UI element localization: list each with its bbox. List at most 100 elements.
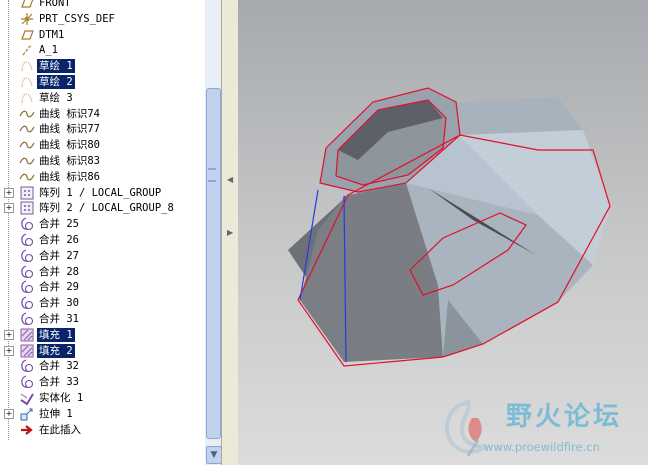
expand-icon[interactable]: + bbox=[4, 187, 14, 198]
watermark-url: www.proewildfire.cn bbox=[484, 440, 600, 454]
tree-item[interactable]: 草绘 1 bbox=[0, 58, 205, 74]
curve-icon bbox=[19, 121, 35, 137]
expand-icon[interactable]: + bbox=[4, 329, 14, 340]
watermark-title: 野火论坛 bbox=[506, 402, 623, 432]
tree-item[interactable]: 合并 32 bbox=[0, 358, 205, 374]
merge-icon bbox=[19, 358, 35, 374]
sketch-icon bbox=[19, 58, 35, 74]
tree-item-label: 阵列 1 / LOCAL_GROUP bbox=[39, 186, 162, 199]
fill-icon bbox=[19, 343, 35, 359]
datum-axis-icon bbox=[19, 42, 35, 58]
tree-item[interactable]: + 拉伸 1 bbox=[0, 406, 205, 422]
tree-item[interactable]: 实体化 1 bbox=[0, 390, 205, 406]
expand-icon[interactable]: + bbox=[4, 203, 14, 214]
tree-item[interactable]: 合并 26 bbox=[0, 232, 205, 248]
tree-item-label: 曲线 标识80 bbox=[39, 139, 100, 152]
datum-plane-icon bbox=[19, 27, 35, 43]
tree-item[interactable]: 曲线 标识77 bbox=[0, 121, 205, 137]
tree-item[interactable]: 曲线 标识80 bbox=[0, 137, 205, 153]
merge-icon bbox=[19, 248, 35, 264]
tree-item[interactable]: 合并 29 bbox=[0, 279, 205, 295]
tree-item[interactable]: + 填充 1 bbox=[0, 327, 205, 343]
forum-watermark: 野火论坛 www.proewildfire.cn bbox=[438, 396, 646, 460]
merge-icon bbox=[19, 374, 35, 390]
sketch-icon bbox=[19, 90, 35, 106]
tree-item-label: 合并 29 bbox=[39, 281, 79, 294]
coordinate-system-icon bbox=[19, 11, 35, 27]
merge-icon bbox=[19, 264, 35, 280]
tree-item-label: 曲线 标识86 bbox=[39, 170, 100, 183]
tree-item[interactable]: 合并 27 bbox=[0, 248, 205, 264]
tree-item-label: 草绘 3 bbox=[39, 91, 73, 104]
model-face bbox=[456, 97, 583, 135]
tree-item-label: 曲线 标识83 bbox=[39, 155, 100, 167]
tree-item[interactable]: 合并 25 bbox=[0, 216, 205, 232]
tree-item[interactable]: A_1 bbox=[0, 42, 205, 58]
tree-item-label: 合并 30 bbox=[39, 297, 79, 310]
tree-item-label: 合并 26 bbox=[39, 234, 79, 246]
tree-item-label: 合并 31 bbox=[39, 313, 79, 325]
scrollbar-thumb[interactable] bbox=[206, 88, 221, 439]
pattern-icon bbox=[19, 185, 35, 201]
curve-icon bbox=[19, 153, 35, 169]
merge-icon bbox=[19, 279, 35, 295]
tree-item-label: 填充 1 bbox=[37, 327, 75, 342]
tree-item-label: 曲线 标识74 bbox=[39, 107, 100, 120]
tree-item[interactable]: PRT_CSYS_DEF bbox=[0, 11, 205, 27]
tree-item-label: 草绘 2 bbox=[37, 75, 75, 89]
tree-item[interactable]: + 阵列 1 / LOCAL_GROUP bbox=[0, 185, 205, 201]
tree-item[interactable]: 在此插入 bbox=[0, 422, 205, 438]
tree-item-label: 合并 28 bbox=[39, 265, 79, 278]
extrude-icon bbox=[19, 406, 35, 422]
tree-item-label: 在此插入 bbox=[39, 423, 81, 436]
tree-item[interactable]: 曲线 标识74 bbox=[0, 106, 205, 122]
tree-item[interactable]: 合并 33 bbox=[0, 374, 205, 390]
tree-item-label: 合并 33 bbox=[39, 376, 79, 389]
tree-item-label: 拉伸 1 bbox=[39, 407, 73, 420]
tree-item-label: 实体化 1 bbox=[39, 392, 84, 404]
tree-item[interactable]: DTM1 bbox=[0, 27, 205, 43]
merge-icon bbox=[19, 216, 35, 232]
fill-icon bbox=[19, 327, 35, 343]
pattern-icon bbox=[19, 200, 35, 216]
tree-item-label: 合并 32 bbox=[39, 360, 79, 373]
scrollbar-grip-icon bbox=[208, 168, 216, 182]
tree-scrollbar[interactable]: ▼ bbox=[205, 0, 222, 465]
expand-right-icon[interactable]: ▶ bbox=[227, 228, 233, 237]
tree-item-label: 合并 27 bbox=[39, 249, 79, 262]
collapse-left-icon[interactable]: ◀ bbox=[227, 175, 233, 184]
tree-item[interactable]: FRONT bbox=[0, 0, 205, 11]
panel-splitter[interactable]: ◀ ▶ bbox=[221, 0, 238, 465]
tree-item-label: PRT_CSYS_DEF bbox=[39, 12, 115, 25]
solidify-icon bbox=[19, 390, 35, 406]
tree-item-label: 草绘 1 bbox=[37, 59, 75, 74]
model-tree: FRONT PRT_CSYS_DEF DTM1 A_1 草绘 1 草绘 2 草绘 3 曲线 标… bbox=[0, 0, 205, 465]
scroll-down-icon[interactable]: ▼ bbox=[206, 446, 222, 464]
tree-item[interactable]: 曲线 标识86 bbox=[0, 169, 205, 185]
tree-item-label: DTM1 bbox=[39, 28, 65, 41]
tree-item[interactable]: + 填充 2 bbox=[0, 343, 205, 359]
curve-icon bbox=[19, 106, 35, 122]
merge-icon bbox=[19, 311, 35, 327]
tree-item-label: 填充 2 bbox=[37, 343, 75, 358]
curve-icon bbox=[19, 169, 35, 185]
tree-item[interactable]: 合并 28 bbox=[0, 264, 205, 280]
expand-icon[interactable]: + bbox=[4, 408, 14, 419]
insert-here-arrow-icon bbox=[19, 422, 35, 438]
merge-icon bbox=[19, 295, 35, 311]
tree-item[interactable]: 合并 30 bbox=[0, 295, 205, 311]
tree-item[interactable]: 曲线 标识83 bbox=[0, 153, 205, 169]
sketch-icon bbox=[19, 74, 35, 90]
tree-item[interactable]: 合并 31 bbox=[0, 311, 205, 327]
tree-item-label: FRONT bbox=[39, 0, 71, 9]
expand-icon[interactable]: + bbox=[4, 345, 14, 356]
tree-item-label: 曲线 标识77 bbox=[39, 123, 100, 136]
datum-plane-icon bbox=[19, 0, 35, 11]
tree-item[interactable]: 草绘 3 bbox=[0, 90, 205, 106]
curve-icon bbox=[19, 137, 35, 153]
tree-item-label: 阵列 2 / LOCAL_GROUP_8 bbox=[39, 202, 174, 215]
tree-item[interactable]: 草绘 2 bbox=[0, 74, 205, 90]
merge-icon bbox=[19, 232, 35, 248]
tree-item-label: 合并 25 bbox=[39, 218, 79, 231]
tree-item[interactable]: + 阵列 2 / LOCAL_GROUP_8 bbox=[0, 200, 205, 216]
